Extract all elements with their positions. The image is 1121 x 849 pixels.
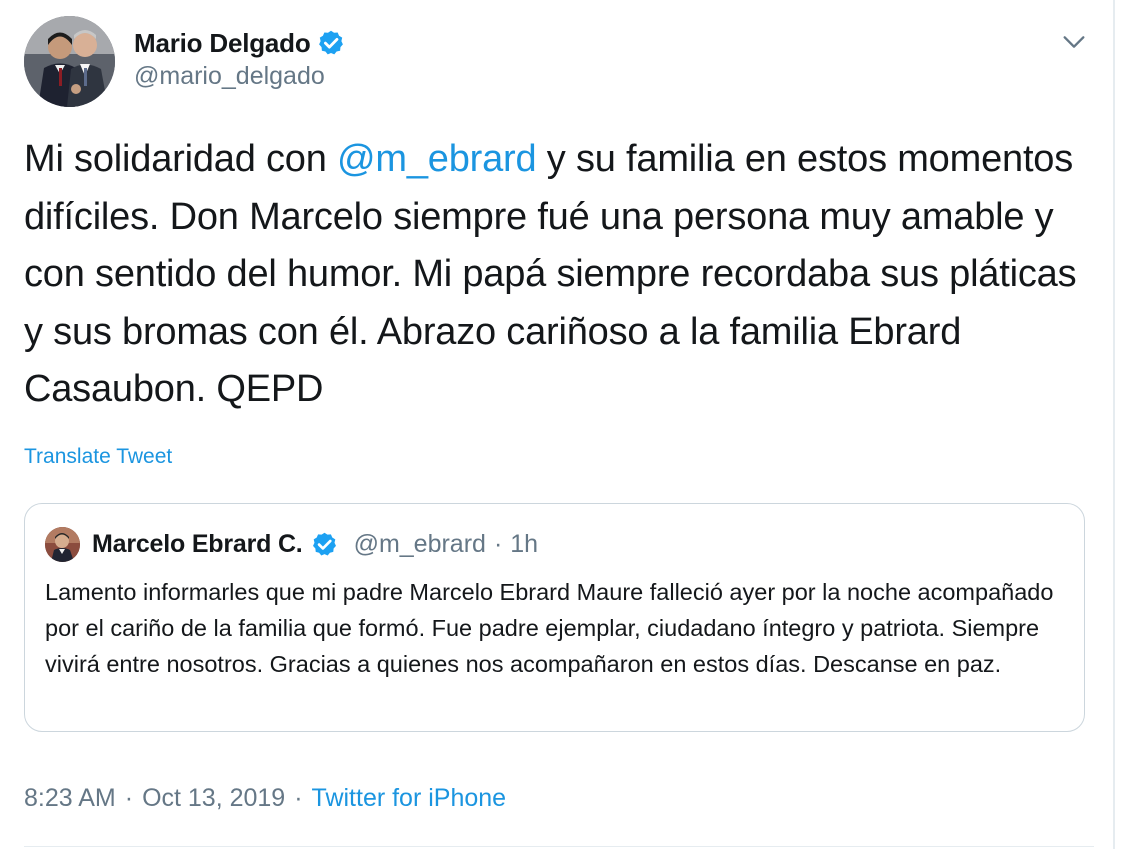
tweet-source-link[interactable]: Twitter for iPhone: [312, 784, 507, 813]
quoted-author-name[interactable]: Marcelo Ebrard C.: [92, 530, 303, 559]
footer-separator: ·: [294, 784, 303, 812]
quoted-author-avatar-photo: [45, 526, 80, 562]
author-info: Mario Delgado @mario_delgado: [134, 26, 345, 91]
author-avatar-photo: [24, 16, 115, 107]
chevron-down-icon[interactable]: [1060, 28, 1088, 56]
tweet-footer-meta: 8:23 AM · Oct 13, 2019 · Twitter for iPh…: [24, 784, 506, 813]
quoted-tweet-meta: @m_ebrard · 1h: [354, 530, 539, 559]
verified-badge-icon: [318, 30, 343, 55]
quoted-tweet-card[interactable]: Marcelo Ebrard C. @m_ebrard · 1h Lamento…: [24, 503, 1085, 732]
quoted-tweet-header: Marcelo Ebrard C. @m_ebrard · 1h: [45, 524, 538, 564]
author-avatar[interactable]: [24, 16, 115, 107]
quoted-author-avatar: [45, 526, 80, 562]
tweet-text: Mi solidaridad con @m_ebrard y su famili…: [24, 131, 1104, 419]
tweet-date[interactable]: Oct 13, 2019: [142, 784, 285, 813]
footer-separator: ·: [124, 784, 134, 812]
quoted-tweet-time[interactable]: 1h: [510, 530, 538, 559]
tweet-header: Mario Delgado @mario_delgado: [24, 16, 1094, 108]
bottom-divider: [24, 846, 1094, 847]
quoted-tweet-text: Lamento informarles que mi padre Marcelo…: [45, 579, 1054, 677]
translate-tweet-link[interactable]: Translate Tweet: [24, 445, 172, 469]
quoted-author-handle: @m_ebrard: [353, 529, 486, 558]
meta-separator: ·: [493, 529, 503, 558]
scrollbar-track: [1113, 0, 1115, 849]
author-name-row: Mario Delgado: [134, 26, 345, 60]
mention-link[interactable]: @m_ebrard: [337, 138, 537, 180]
author-name[interactable]: Mario Delgado: [134, 28, 311, 59]
author-handle[interactable]: @mario_delgado: [134, 62, 345, 91]
tweet-text-intro: Mi solidaridad con: [24, 138, 338, 180]
tweet-time[interactable]: 8:23 AM: [24, 784, 116, 813]
verified-badge-icon: [312, 532, 336, 556]
